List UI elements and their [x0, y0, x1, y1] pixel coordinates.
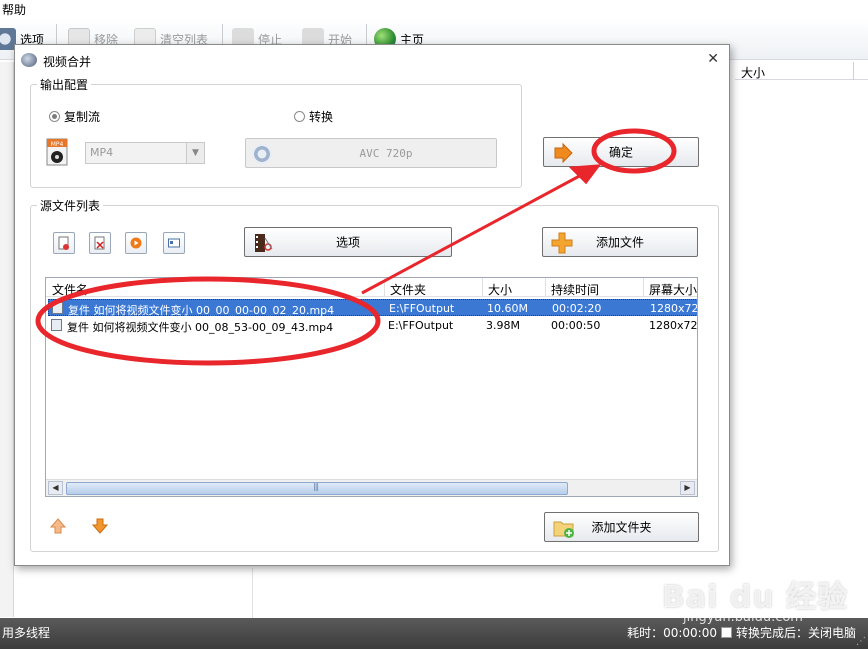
video-merge-dialog: 视频合并 ✕ 输出配置 复制流 转换 MP4 MP4 ▼ AVC 720p 确定…: [14, 44, 730, 566]
copy-stream-radio[interactable]: 复制流: [49, 108, 100, 125]
bg-column-size: 大小: [741, 66, 766, 80]
bg-list-header: 大小: [735, 62, 868, 80]
column-divider: [853, 62, 854, 80]
output-config-group: 输出配置 复制流 转换 MP4 MP4 ▼ AVC 720p: [30, 76, 522, 188]
scroll-thumb[interactable]: [66, 482, 568, 495]
dialog-title: 视频合并: [43, 55, 92, 69]
column-divider: [545, 278, 546, 297]
status-multithread: 用多线程: [2, 626, 51, 640]
column-divider: [482, 278, 483, 297]
resize-grip-icon[interactable]: ⋰: [856, 636, 866, 647]
table-row[interactable]: 复件 如何将视频文件变小 00_00_00-00_02_20.mp4 E:\FF…: [48, 299, 697, 317]
file-clear-icon: [94, 236, 105, 250]
bg-divider: [252, 568, 253, 618]
menu-bar: 帮助: [0, 0, 868, 18]
table-row[interactable]: 复件 如何将视频文件变小 00_08_53-00_09_43.mp4 E:\FF…: [48, 317, 697, 334]
column-divider: [384, 278, 385, 297]
mp4-file-icon: MP4: [46, 138, 68, 166]
scroll-left-icon[interactable]: ◀: [48, 481, 63, 495]
video-file-icon: [51, 319, 62, 331]
file-delete-icon: [58, 236, 69, 250]
svg-text:MP4: MP4: [51, 141, 64, 148]
column-folder[interactable]: 文件夹: [390, 281, 426, 298]
source-options-button[interactable]: 选项: [244, 227, 452, 257]
play-button[interactable]: [125, 232, 147, 254]
source-file-legend: 源文件列表: [37, 197, 104, 214]
column-size[interactable]: 大小: [488, 281, 512, 298]
after-done-checkbox[interactable]: [720, 627, 732, 638]
close-icon[interactable]: ✕: [707, 51, 719, 67]
convert-radio[interactable]: 转换: [294, 108, 333, 125]
after-done-label: 转换完成后：关闭电脑: [735, 626, 856, 640]
scroll-right-icon[interactable]: ▶: [680, 481, 695, 495]
column-divider: [643, 278, 644, 297]
dialog-titlebar: 视频合并 ✕: [15, 45, 729, 75]
column-filename[interactable]: 文件名: [52, 281, 88, 298]
list-header: 文件名 文件夹 大小 持续时间 屏幕大小: [46, 278, 697, 297]
ok-button[interactable]: 确定: [543, 137, 699, 167]
info-card-icon: [168, 238, 180, 248]
move-up-icon[interactable]: [49, 517, 67, 535]
delete-file-button[interactable]: [53, 232, 75, 254]
add-file-button[interactable]: 添加文件: [542, 227, 698, 257]
add-folder-button[interactable]: 添加文件夹: [544, 512, 699, 542]
column-duration[interactable]: 持续时间: [551, 281, 599, 298]
column-screen-size[interactable]: 屏幕大小: [649, 281, 697, 298]
output-config-legend: 输出配置: [37, 76, 92, 93]
play-icon: [130, 237, 142, 249]
app-icon: [21, 53, 37, 67]
baidu-watermark-url: jingyan.baidu.com: [683, 610, 803, 625]
horizontal-scrollbar[interactable]: ◀ ▶: [46, 479, 697, 496]
chevron-down-icon: ▼: [186, 143, 204, 163]
menu-help[interactable]: 帮助: [2, 1, 26, 18]
move-down-icon[interactable]: [91, 517, 109, 535]
clear-files-button[interactable]: [89, 232, 111, 254]
video-file-icon: [52, 302, 63, 314]
source-file-list[interactable]: 文件名 文件夹 大小 持续时间 屏幕大小 复件 如何将视频文件变小 00_00_…: [45, 277, 698, 497]
radio-unchecked-icon: [294, 111, 305, 122]
bg-left-panel: [0, 62, 14, 617]
codec-settings-button[interactable]: AVC 720p: [245, 138, 497, 168]
status-right: 耗时：00:00:00 转换完成后：关闭电脑: [627, 624, 856, 641]
radio-checked-icon: [49, 111, 60, 122]
file-info-button[interactable]: [163, 232, 185, 254]
status-elapsed: 耗时：00:00:00: [627, 626, 717, 640]
format-select[interactable]: MP4 ▼: [85, 142, 205, 164]
